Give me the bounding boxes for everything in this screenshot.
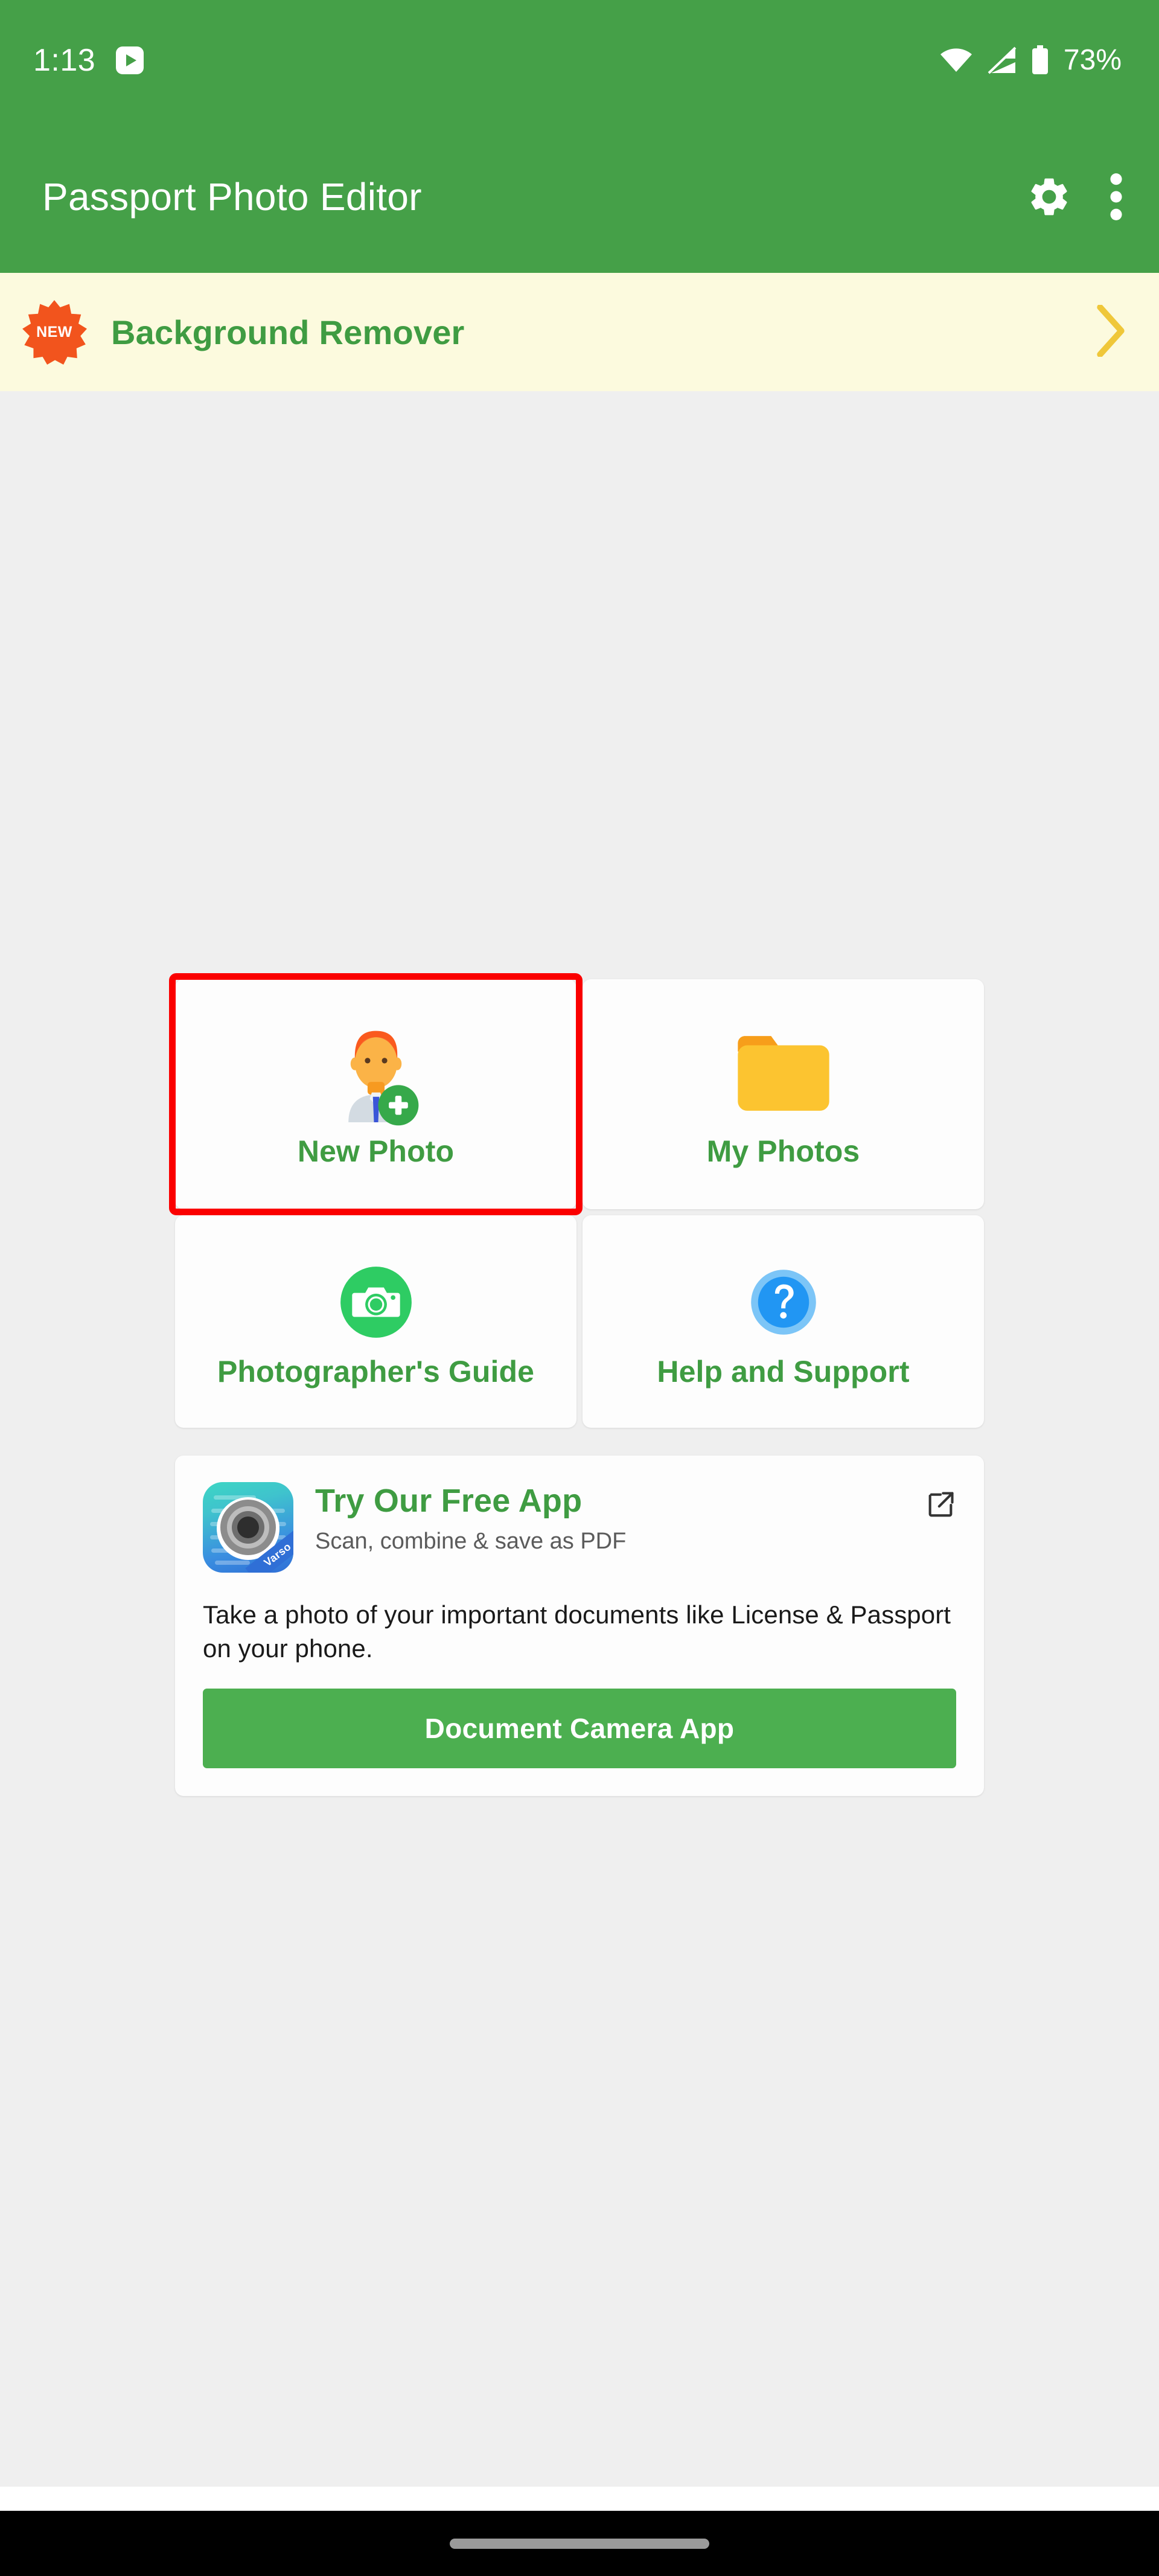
promo-card: Varso Try Our Free App Scan, combine & s… (175, 1456, 984, 1796)
status-bar-left: 1:13 (33, 45, 144, 76)
youtube-icon (116, 46, 144, 74)
action-tile-grid: New Photo My Photos Photographer's Guide… (169, 973, 984, 1428)
promo-body-text: Take a photo of your important documents… (203, 1600, 951, 1663)
person-add-icon (323, 1019, 429, 1128)
app-bar: Passport Photo Editor (0, 121, 1159, 273)
tile-photographers-guide[interactable]: Photographer's Guide (175, 1215, 576, 1428)
new-badge-label: NEW (36, 323, 72, 340)
new-badge-icon: NEW (22, 299, 87, 365)
promo-text-block: Try Our Free App Scan, combine & save as… (315, 1482, 903, 1555)
wifi-icon (939, 47, 973, 74)
bottom-white-strip (0, 2487, 1159, 2511)
status-clock: 1:13 (33, 43, 96, 78)
document-camera-app-icon: Varso (203, 1482, 293, 1573)
phone-screen: 1:13 73% Passport Photo Editor NEW Backg… (0, 0, 1159, 2576)
battery-percent-label: 73% (1063, 44, 1122, 76)
chevron-right-icon[interactable] (1096, 304, 1125, 360)
cellular-signal-icon (986, 46, 1018, 74)
battery-icon (1031, 45, 1049, 75)
tile-label: Help and Support (657, 1354, 910, 1389)
gear-icon[interactable] (1026, 174, 1072, 220)
more-vertical-icon[interactable] (1110, 170, 1123, 223)
app-bar-actions (1026, 170, 1123, 223)
banner-title: Background Remover (111, 313, 465, 351)
status-bar: 1:13 73% (0, 0, 1159, 121)
tile-label: My Photos (706, 1134, 860, 1169)
tile-my-photos[interactable]: My Photos (583, 979, 984, 1210)
tile-label: New Photo (297, 1134, 455, 1169)
promo-card-header: Varso Try Our Free App Scan, combine & s… (203, 1482, 956, 1573)
folder-icon (732, 1019, 835, 1128)
home-gesture-pill[interactable] (450, 2538, 709, 2549)
open-in-new-icon[interactable] (925, 1482, 956, 1524)
document-camera-app-button[interactable]: Document Camera App (203, 1688, 956, 1768)
main-content: New Photo My Photos Photographer's Guide… (0, 391, 1159, 2487)
promo-subtitle: Scan, combine & save as PDF (315, 1528, 627, 1554)
page-title: Passport Photo Editor (42, 175, 422, 219)
status-bar-right: 73% (939, 45, 1122, 75)
tile-label: Photographer's Guide (217, 1354, 535, 1389)
promo-title: Try Our Free App (315, 1483, 583, 1520)
camera-circle-icon (337, 1254, 415, 1350)
question-circle-icon (745, 1254, 822, 1350)
system-nav-bar (0, 2511, 1159, 2576)
tile-new-photo[interactable]: New Photo (169, 973, 583, 1216)
tile-help-and-support[interactable]: Help and Support (583, 1215, 984, 1428)
background-remover-banner[interactable]: NEW Background Remover (0, 273, 1159, 391)
center-stack: New Photo My Photos Photographer's Guide… (169, 973, 984, 1796)
